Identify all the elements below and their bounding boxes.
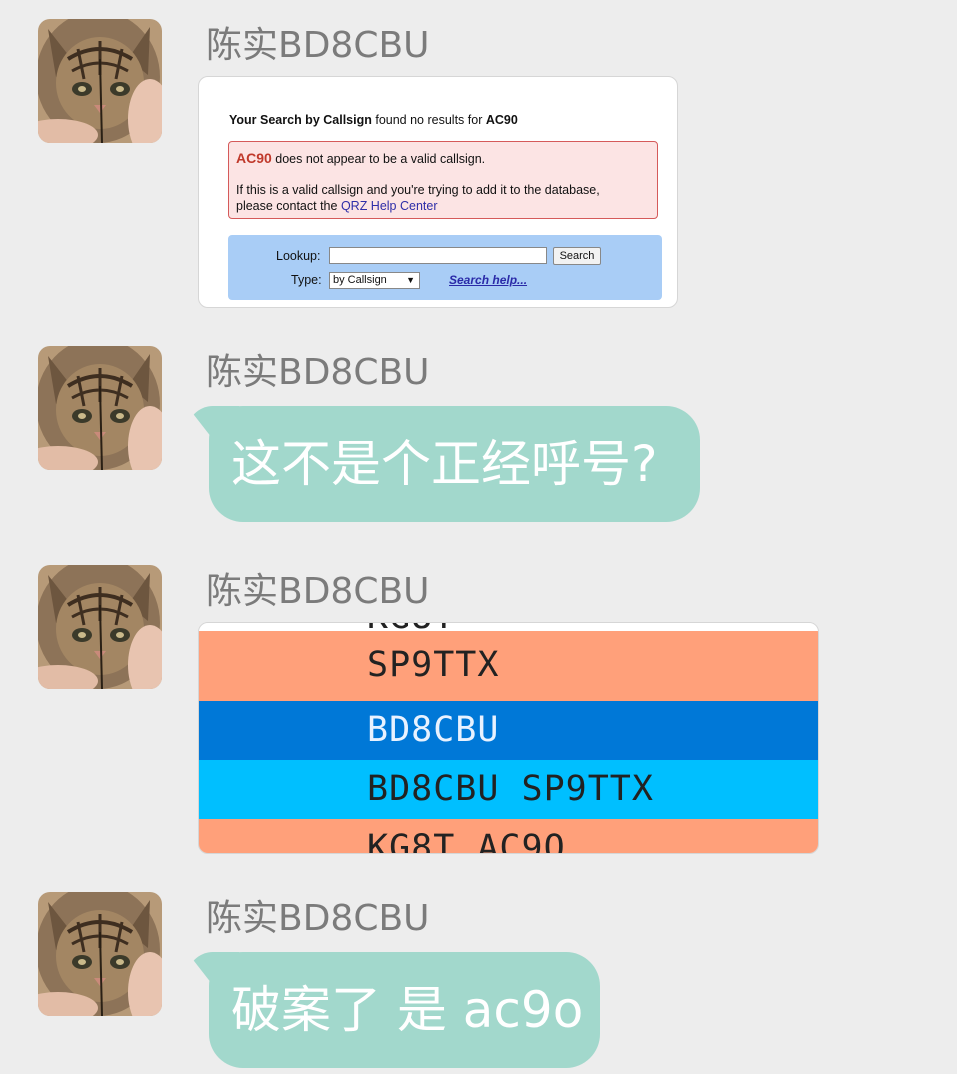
sender-name: 陈实BD8CBU [206, 25, 430, 66]
qrz-error-line2: If this is a valid callsign and you're t… [236, 183, 600, 197]
sender-avatar[interactable] [38, 565, 162, 689]
sender-avatar[interactable] [38, 19, 162, 143]
list-item: BD8CBU SP9TTX [199, 760, 818, 819]
type-select[interactable]: by Callsign ▼ [329, 272, 420, 289]
sender-name: 陈实BD8CBU [206, 898, 430, 939]
sender-avatar[interactable] [38, 346, 162, 470]
sender-name: 陈实BD8CBU [206, 352, 430, 393]
message-text: 这不是个正经呼号? [231, 435, 658, 493]
message-text: 破案了 是 ac9o [231, 981, 584, 1039]
list-item: KG8T [199, 623, 818, 637]
sender-name: 陈实BD8CBU [206, 571, 430, 612]
lookup-label: Lookup: [276, 249, 321, 263]
cat-avatar-icon [38, 565, 162, 689]
chevron-down-icon: ▼ [406, 275, 415, 285]
sender-avatar[interactable] [38, 892, 162, 1016]
list-item: BD8CBU [199, 701, 818, 760]
qrz-screenshot-image[interactable]: Your Search by Callsign found no results… [198, 76, 678, 308]
qrz-result-heading: Your Search by Callsign found no results… [229, 113, 518, 127]
list-item: KG8T AC9O [199, 819, 818, 853]
search-help-link[interactable]: Search help... [449, 273, 527, 287]
qrz-help-center-link[interactable]: QRZ Help Center [341, 199, 438, 213]
cat-avatar-icon [38, 892, 162, 1016]
invalid-callsign: AC90 [236, 150, 272, 166]
qrz-lookup-panel: Lookup: Search Type: by Callsign ▼ Search… [228, 235, 662, 300]
callsign-list-image[interactable]: KG8T SP9TTX BD8CBU BD8CBU SP9TTX KG8T AC… [198, 622, 819, 854]
text-message-bubble[interactable]: 破案了 是 ac9o [187, 952, 600, 1068]
search-button[interactable]: Search [553, 247, 601, 265]
type-label: Type: [291, 273, 322, 287]
text-message-bubble[interactable]: 这不是个正经呼号? [187, 406, 700, 522]
cat-avatar-icon [38, 19, 162, 143]
lookup-input[interactable] [329, 247, 547, 264]
cat-avatar-icon [38, 346, 162, 470]
list-item: SP9TTX [199, 631, 818, 701]
qrz-error-box: AC90 does not appear to be a valid calls… [228, 141, 658, 219]
